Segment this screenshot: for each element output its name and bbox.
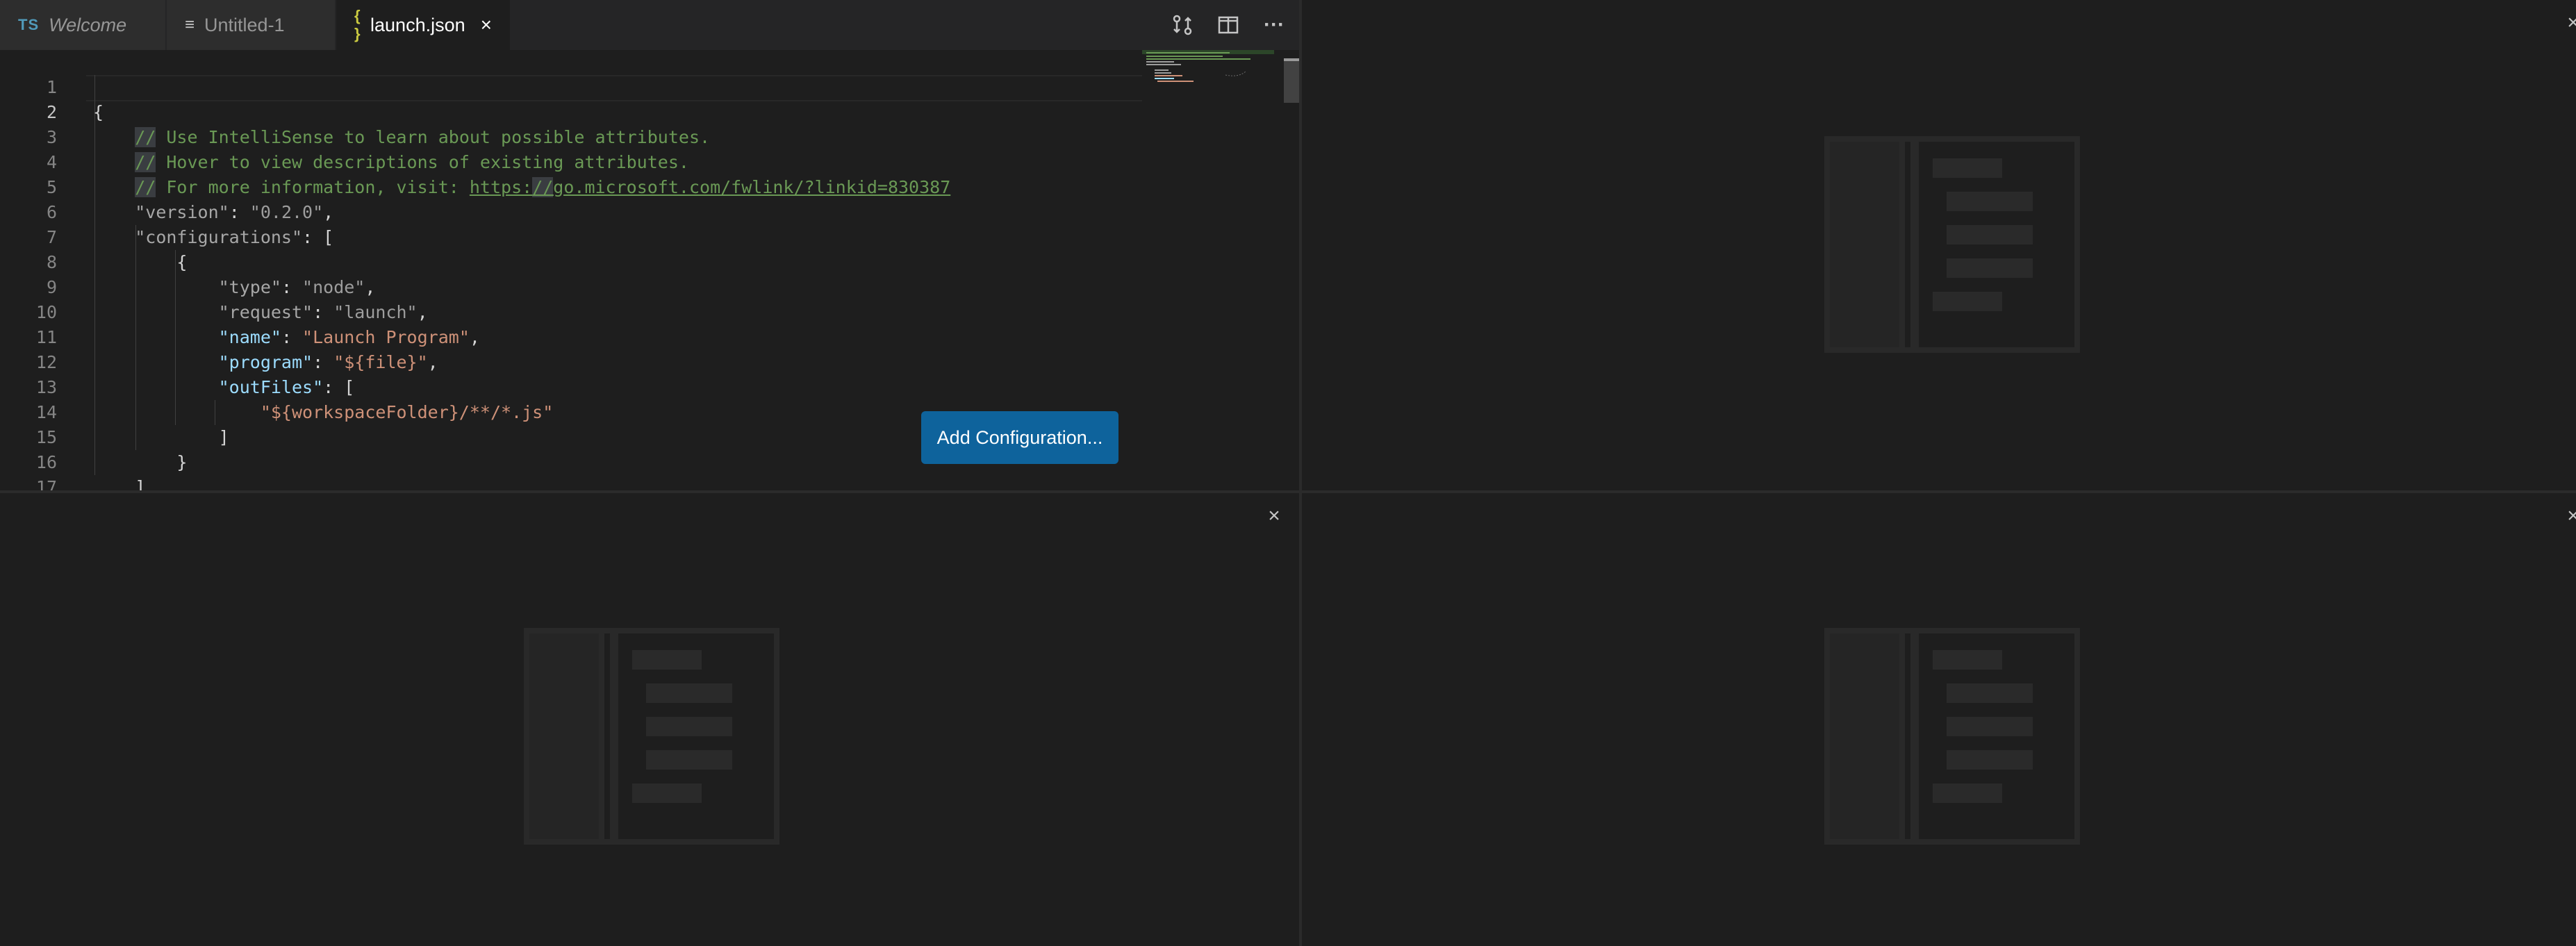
code-line: 9 "request": "launch", [0,250,428,322]
current-line-highlight [86,75,1142,101]
editor-watermark-icon [1824,136,2080,353]
code-line: 7 { [0,200,188,272]
json-string: "node" [302,277,365,297]
code-line: 15 } [0,400,188,472]
code-token: // [135,177,156,197]
code-line: 16 ] [0,425,145,490]
code-token: } [176,452,188,472]
json-string: "launch" [333,302,418,322]
code-token: // [135,152,156,172]
split-editor-icon [1218,16,1239,34]
tab-untitled[interactable]: ≡ Untitled-1 [167,0,336,50]
url-link[interactable]: https: [470,177,532,197]
code-line: 6 "configurations": [ [0,175,333,247]
editor-actions: ··· [1167,0,1289,50]
json-key: "type" [218,277,281,297]
code-line: 8 "type": "node", [0,225,375,297]
code-line: 13 "${workspaceFolder}/**/*.js" [0,350,553,422]
code-line: 4 // For more information, visit: https:… [0,125,950,197]
editor-group-top-left: TS Welcome ≡ Untitled-1 { } launch.json … [0,0,1299,490]
tab-welcome[interactable]: TS Welcome [0,0,167,50]
close-group-icon[interactable]: × [2561,504,2576,529]
close-group-icon[interactable]: × [2561,11,2576,36]
code-line: 2 // Use IntelliSense to learn about pos… [0,75,710,147]
editor-group-top-right: × [1302,0,2576,490]
code-line: 14 ] [0,375,229,447]
json-string: "${workspaceFolder}/**/*.js" [260,402,554,422]
more-actions-button[interactable]: ··· [1259,10,1289,40]
code-line: 11 "program": "${file}", [0,300,438,372]
code-line: 5 "version": "0.2.0", [0,150,333,222]
url-link[interactable]: go.microsoft.com/fwlink/?linkid=830387 [553,177,950,197]
code-token: For more information, visit: [156,177,470,197]
json-string: "0.2.0" [249,202,324,222]
code-token: // [135,127,156,147]
json-key: "name" [218,327,281,347]
json-string: "Launch Program" [302,327,470,347]
typescript-icon: TS [18,16,40,33]
json-key: "request" [218,302,313,322]
add-configuration-button[interactable]: Add Configuration... [921,411,1118,464]
line-number: 17 [35,477,57,490]
editor-group-bottom-right: × [1302,493,2576,946]
json-key: "version" [135,202,229,222]
tab-label: Welcome [49,14,127,35]
code-line: 12 "outFiles": [ [0,325,354,397]
json-string: "${file}" [333,352,428,372]
code-line: 17 } [0,450,63,490]
editor-watermark-icon [1824,628,2080,845]
close-icon[interactable]: × [481,14,492,36]
open-changes-button[interactable] [1167,10,1198,40]
tab-label: launch.json [370,14,465,35]
compare-changes-icon [1173,15,1192,35]
code-line: 3 // Hover to view descriptions of exist… [0,100,689,172]
code-token: Hover to view descriptions of existing a… [156,152,689,172]
code-token: [ [323,227,334,247]
json-key: "configurations" [135,227,303,247]
editor-group-bottom-left: × [0,493,1299,946]
minimap[interactable] [1142,50,1274,133]
code-token: { [93,102,104,122]
code-line: 10 "name": "Launch Program", [0,275,480,347]
code-token: [ [344,377,355,397]
vertical-scrollbar[interactable] [1284,58,1299,103]
code-token: ] [135,477,146,490]
code-editor[interactable]: 1 { 2 // Use IntelliSense to learn about… [0,50,1299,490]
close-group-icon[interactable]: × [1262,504,1287,529]
code-token: ] [218,427,229,447]
json-key: "outFiles" [218,377,324,397]
split-editor-button[interactable] [1213,10,1244,40]
url-link[interactable]: // [532,177,554,197]
tab-launch-json[interactable]: { } launch.json × [336,0,511,50]
code-token: { [176,252,188,272]
tab-label: Untitled-1 [204,14,285,35]
tab-bar: TS Welcome ≡ Untitled-1 { } launch.json … [0,0,1299,50]
scrollbar-cursor-marker [1284,58,1299,61]
code-line: 1 { [0,50,104,122]
json-icon: { } [354,7,361,42]
ellipsis-icon: ··· [1264,13,1285,36]
text-file-icon: ≡ [185,15,195,34]
editor-watermark-icon [524,628,779,845]
code-token: Use IntelliSense to learn about possible… [156,127,711,147]
json-key: "program" [218,352,313,372]
